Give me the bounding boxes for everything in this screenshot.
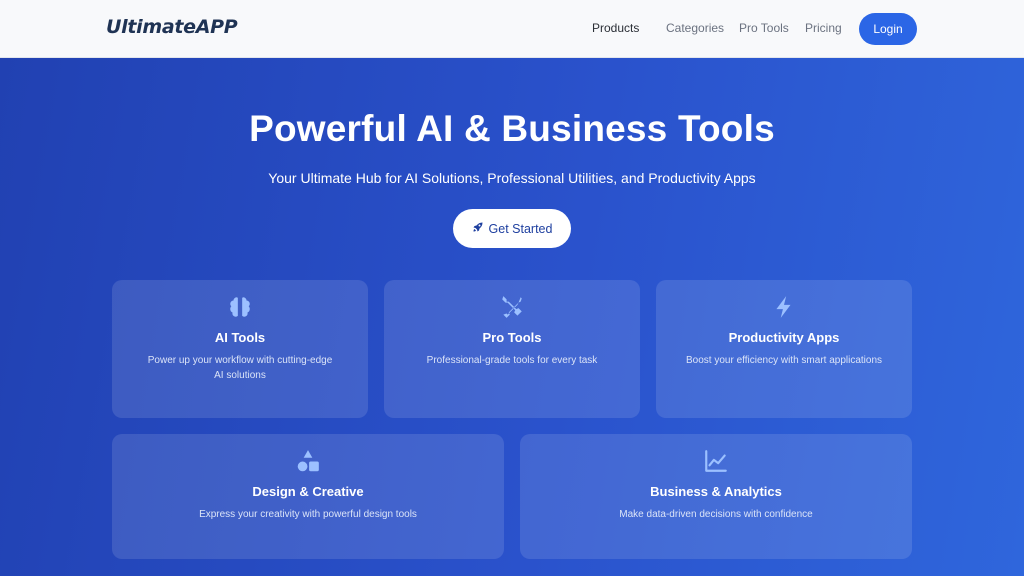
chart-line-icon bbox=[703, 448, 729, 474]
card-title: AI Tools bbox=[214, 330, 266, 345]
card-business-analytics[interactable]: Business & Analytics Make data-driven de… bbox=[520, 434, 912, 559]
card-title: Business & Analytics bbox=[650, 484, 782, 499]
card-title: Pro Tools bbox=[482, 330, 542, 345]
hero-section: Powerful AI & Business Tools Your Ultima… bbox=[0, 58, 1024, 576]
card-description: Express your creativity with powerful de… bbox=[199, 509, 417, 520]
card-description: Professional-grade tools for every task bbox=[426, 355, 598, 366]
tools-icon bbox=[499, 294, 525, 320]
login-button[interactable]: Login bbox=[859, 13, 917, 45]
rocket-icon bbox=[472, 221, 484, 236]
card-ai-tools[interactable]: AI Tools Power up your workflow with cut… bbox=[112, 280, 368, 418]
brain-icon bbox=[227, 294, 253, 320]
hero-title: Powerful AI & Business Tools bbox=[249, 108, 775, 149]
card-description: Boost your efficiency with smart applica… bbox=[686, 355, 883, 366]
get-started-button[interactable]: Get Started bbox=[453, 209, 571, 248]
card-productivity-apps[interactable]: Productivity Apps Boost your efficiency … bbox=[656, 280, 912, 418]
card-design-creative[interactable]: Design & Creative Express your creativit… bbox=[112, 434, 504, 559]
card-description: Power up your workflow with cutting-edge… bbox=[147, 355, 333, 381]
top-navbar: UltimateAPP Products Categories Pro Tool… bbox=[0, 0, 1024, 58]
brand-logo[interactable]: UltimateAPP bbox=[106, 16, 238, 38]
nav-item-products[interactable]: Products bbox=[592, 21, 639, 35]
nav-item-pricing[interactable]: Pricing bbox=[805, 21, 842, 35]
nav-item-categories[interactable]: Categories bbox=[666, 21, 724, 35]
bolt-icon bbox=[771, 294, 797, 320]
card-title: Design & Creative bbox=[252, 484, 364, 499]
shapes-icon bbox=[295, 448, 321, 474]
card-pro-tools[interactable]: Pro Tools Professional-grade tools for e… bbox=[384, 280, 640, 418]
card-title: Productivity Apps bbox=[728, 330, 840, 345]
nav-item-pro-tools[interactable]: Pro Tools bbox=[739, 21, 789, 35]
get-started-label: Get Started bbox=[488, 221, 553, 236]
hero-subtitle: Your Ultimate Hub for AI Solutions, Prof… bbox=[268, 170, 756, 186]
card-description: Make data-driven decisions with confiden… bbox=[619, 509, 813, 520]
